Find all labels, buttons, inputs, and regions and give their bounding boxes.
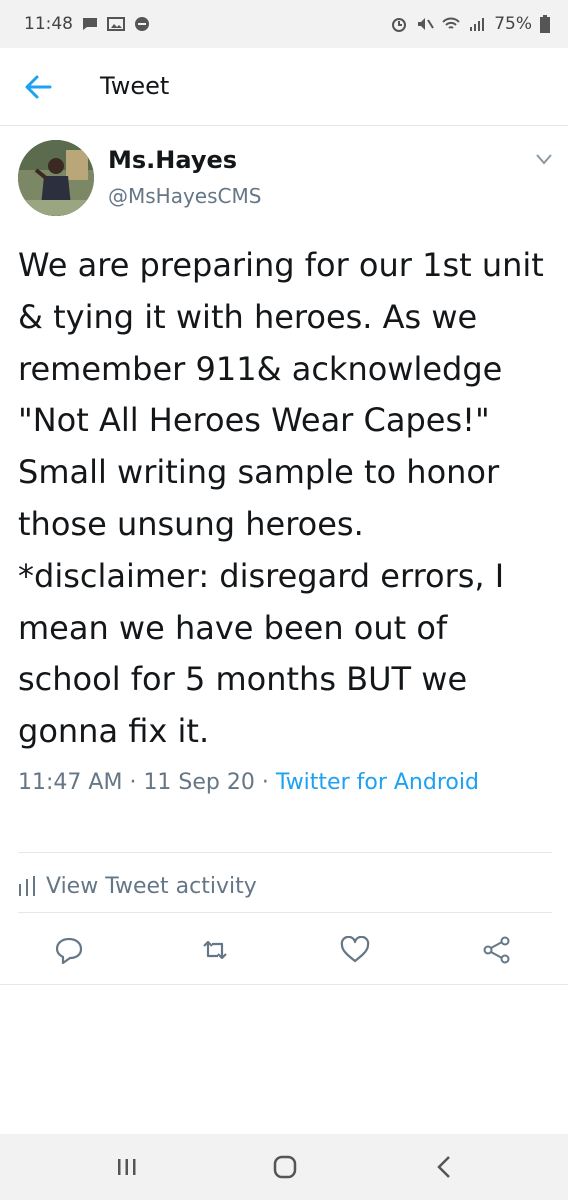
status-bar: 11:48 75% [0, 0, 568, 48]
retweet-icon[interactable] [200, 936, 230, 964]
back-nav-icon[interactable] [430, 1154, 460, 1180]
meta-separator: · [261, 770, 269, 795]
battery-icon [540, 15, 550, 33]
view-activity-button[interactable]: View Tweet activity [18, 868, 257, 904]
message-icon [83, 18, 97, 30]
author-name[interactable]: Ms.Hayes [108, 146, 237, 174]
do-not-disturb-icon [135, 17, 149, 31]
like-icon[interactable] [340, 936, 370, 964]
tweet-actions [0, 926, 568, 974]
alarm-icon [392, 18, 407, 32]
meta-separator: · [129, 770, 137, 795]
page-title: Tweet [100, 72, 170, 100]
top-bar: Tweet [0, 48, 568, 126]
wifi-icon [442, 17, 460, 29]
tweet-text: We are preparing for our 1st unit & tyin… [18, 246, 544, 751]
status-time: 11:48 [24, 14, 73, 34]
avatar[interactable] [18, 140, 94, 216]
reply-icon[interactable] [54, 936, 84, 964]
analytics-icon [19, 876, 35, 896]
arrow-left-icon[interactable] [24, 74, 52, 100]
view-activity-label: View Tweet activity [46, 873, 257, 899]
tweet-meta: 11:47 AM · 11 Sep 20 · Twitter for Andro… [18, 764, 548, 801]
share-icon[interactable] [482, 936, 512, 964]
home-icon[interactable] [270, 1154, 300, 1180]
divider [18, 912, 552, 913]
divider [0, 984, 568, 985]
recent-apps-icon[interactable] [112, 1154, 142, 1180]
tweet-time: 11:47 AM [18, 770, 123, 795]
tweet-source-link[interactable]: Twitter for Android [276, 770, 479, 795]
tweet-date: 11 Sep 20 [143, 770, 255, 795]
gallery-icon [107, 17, 125, 31]
avatar-image [18, 140, 94, 216]
chevron-down-icon[interactable] [534, 152, 554, 166]
divider [18, 852, 552, 853]
battery-percent: 75% [494, 14, 532, 34]
android-nav-bar [0, 1134, 568, 1200]
author-handle[interactable]: @MsHayesCMS [108, 184, 261, 208]
mute-icon [418, 18, 435, 30]
signal-icon [470, 18, 485, 31]
